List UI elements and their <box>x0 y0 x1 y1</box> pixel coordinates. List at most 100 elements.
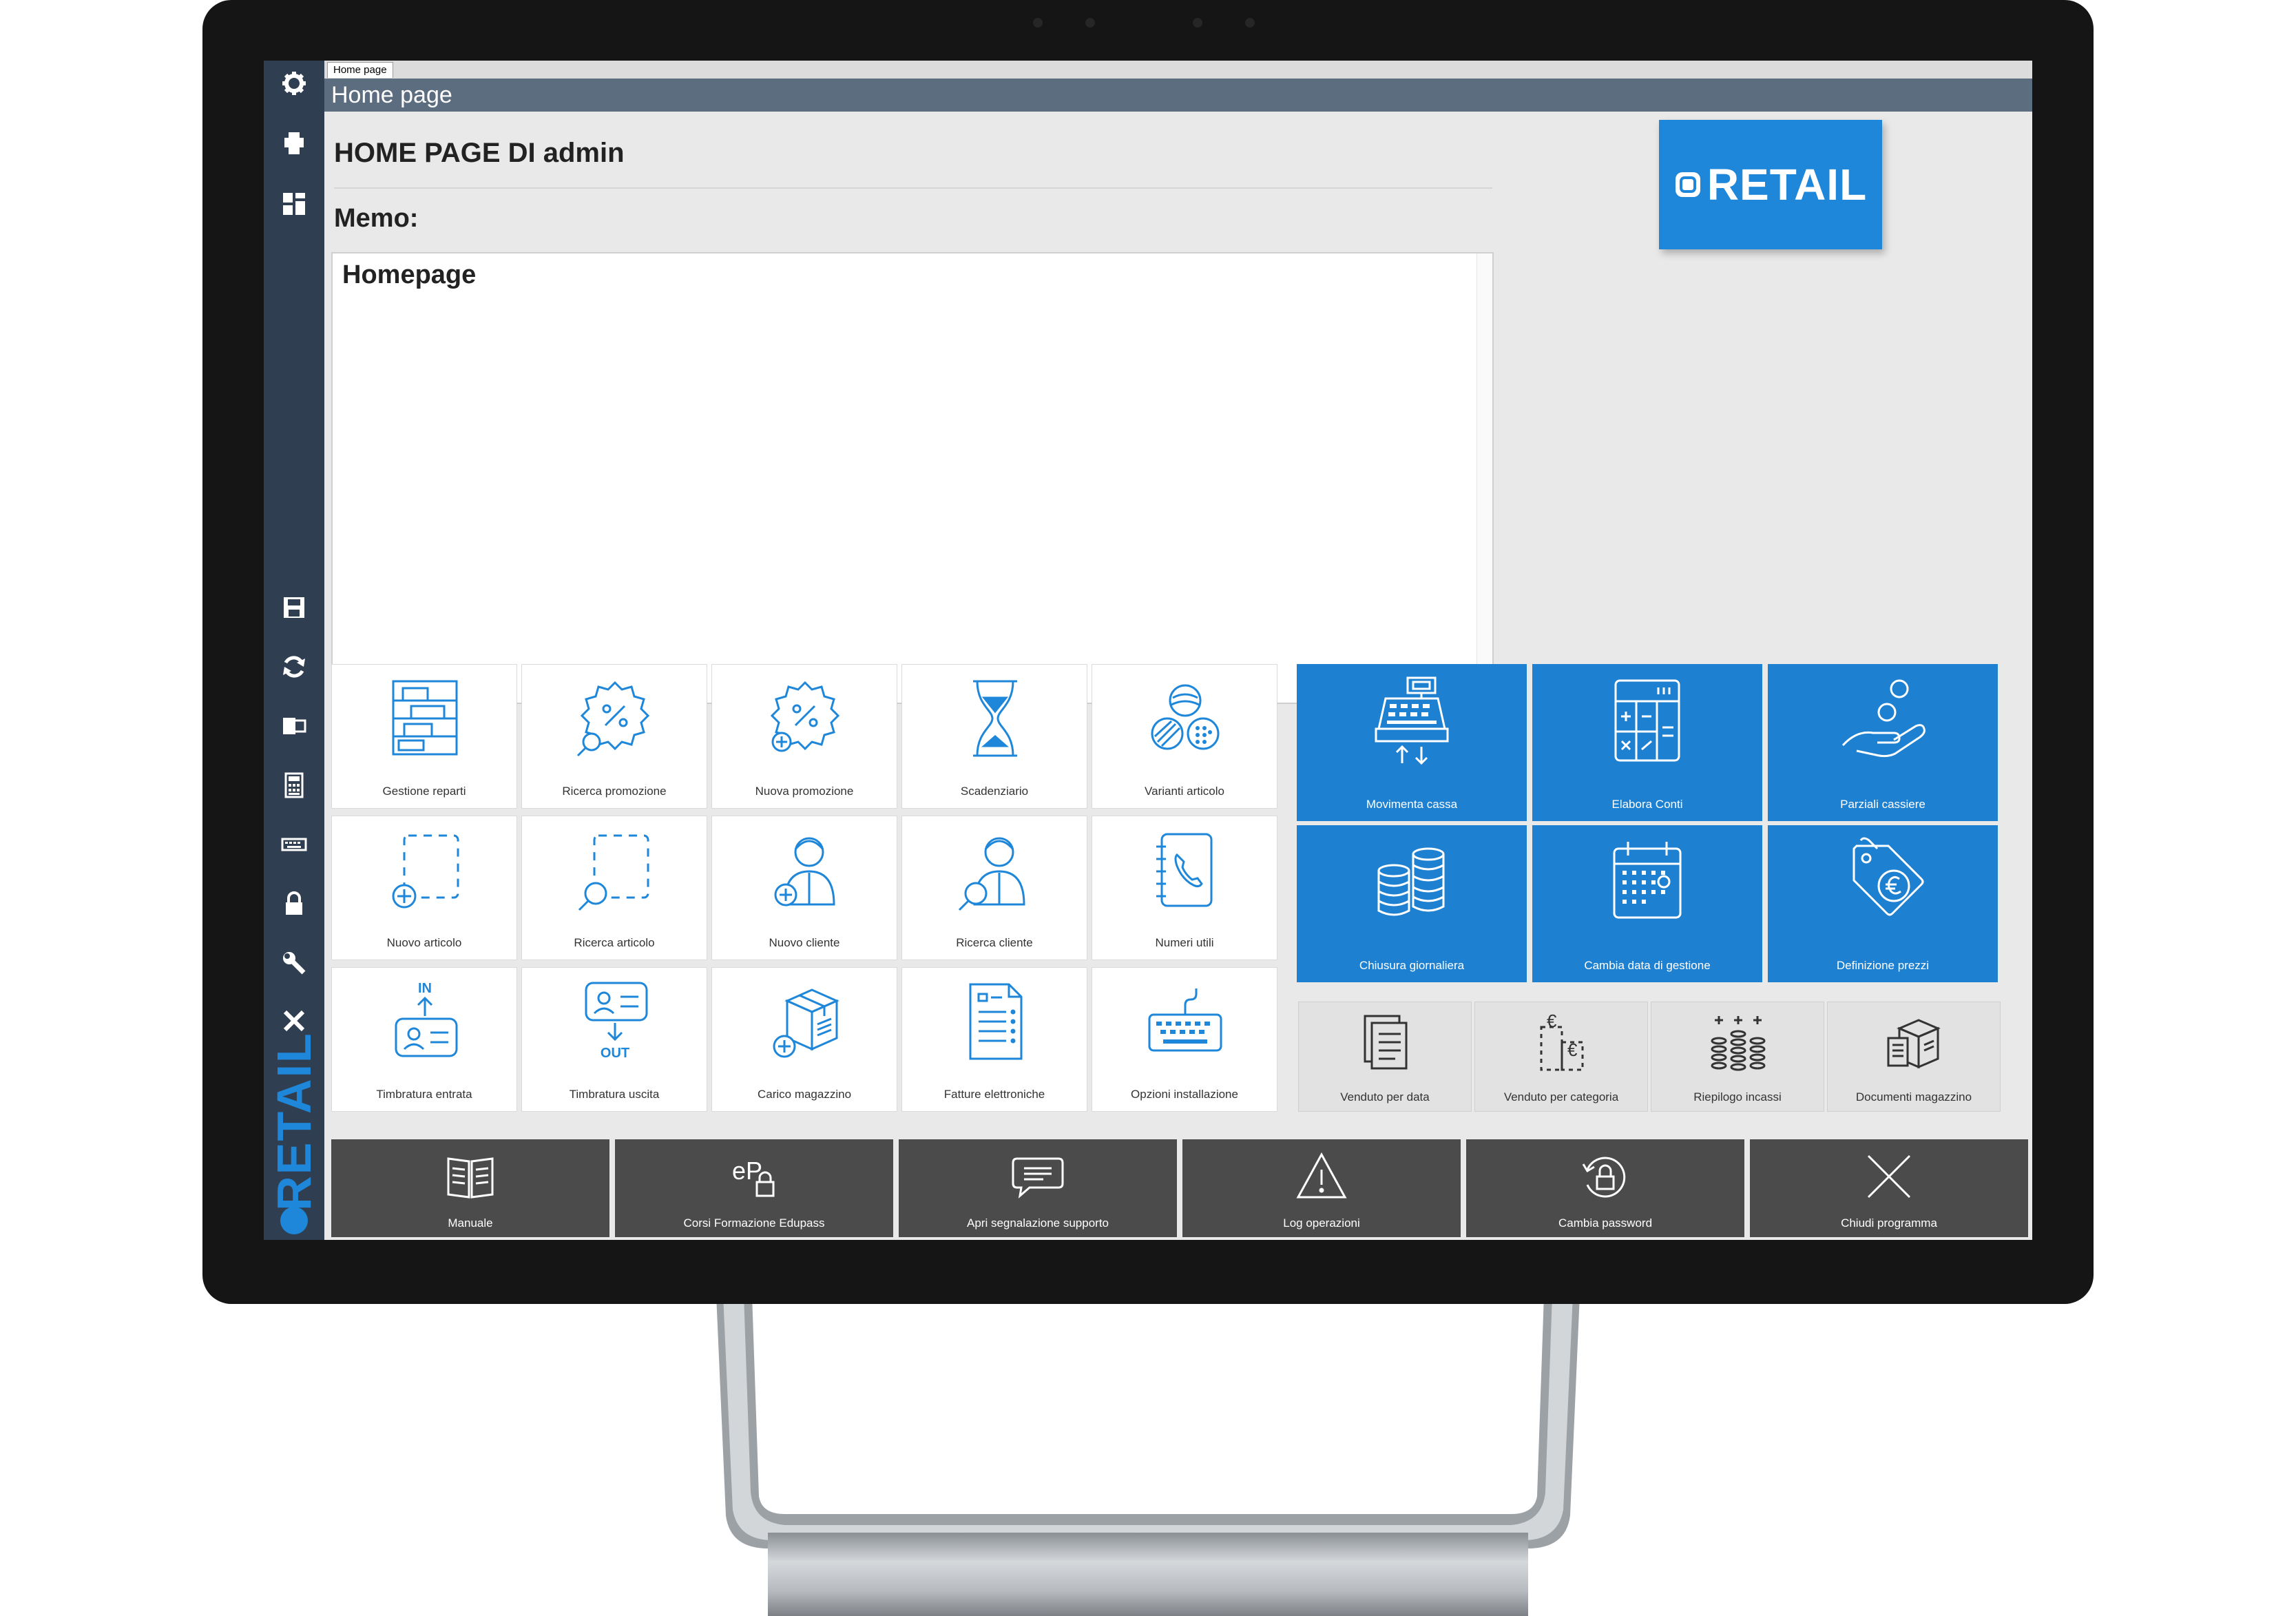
home-greeting: HOME PAGE DI admin <box>334 138 625 168</box>
tile-movimenta-cassa[interactable]: Movimenta cassa <box>1297 664 1527 821</box>
tile-timbratura-uscita[interactable]: OUT Timbratura uscita <box>521 967 707 1112</box>
tile-documenti-magazzino[interactable]: Documenti magazzino <box>1827 1002 2001 1112</box>
lock-icon[interactable] <box>275 884 313 923</box>
coins-stack-icon <box>1711 1016 1766 1071</box>
monitor-stand-base <box>768 1533 1528 1616</box>
brand-mark-icon <box>1675 172 1700 197</box>
tab-bar: Home page <box>324 61 2032 79</box>
memo-scrollbar[interactable] <box>1476 253 1492 703</box>
e-invoice-icon <box>969 983 1023 1060</box>
variants-icon <box>1151 684 1220 750</box>
tile-label: Fatture elettroniche <box>943 1088 1045 1101</box>
close-icon <box>1867 1154 1911 1199</box>
manuale-button[interactable]: Manuale <box>331 1139 609 1237</box>
tile-ricerca-cliente[interactable]: Ricerca cliente <box>901 816 1087 960</box>
edupass-icon: eP <box>732 1157 775 1197</box>
printer-icon[interactable] <box>275 124 313 163</box>
tile-label: Nuovo articolo <box>386 936 462 949</box>
article-add-icon <box>392 834 459 909</box>
customer-search-icon <box>958 837 1025 911</box>
wrench-icon[interactable] <box>275 944 313 982</box>
tile-definizione-prezzi[interactable]: Definizione prezzi <box>1768 825 1998 982</box>
memo-text: Homepage <box>342 260 477 289</box>
promo-add-icon <box>770 681 840 752</box>
cash-register-icon <box>1375 676 1449 765</box>
tile-ricerca-promozione[interactable]: Ricerca promozione <box>521 664 707 809</box>
camera-dot <box>1245 18 1255 28</box>
tile-label: Ricerca promozione <box>562 785 667 798</box>
calculator-icon[interactable] <box>275 766 313 805</box>
button-label: Log operazioni <box>1283 1216 1360 1230</box>
tile-fatture-elettroniche[interactable]: Fatture elettroniche <box>901 967 1087 1112</box>
svg-text:OUT: OUT <box>601 1046 629 1061</box>
save-icon[interactable] <box>275 588 313 627</box>
article-search-icon <box>578 834 649 911</box>
tile-label: Venduto per categoria <box>1503 1090 1619 1104</box>
retail-logo: RETAIL <box>1659 120 1882 249</box>
clock-out-icon: OUT <box>585 982 648 1061</box>
button-label: Corsi Formazione Edupass <box>683 1216 825 1230</box>
tile-cambia-data-gestione[interactable]: Cambia data di gestione <box>1532 825 1762 982</box>
log-operazioni-button[interactable]: Log operazioni <box>1182 1139 1461 1237</box>
tile-label: Varianti articolo <box>1145 785 1224 798</box>
chat-icon <box>1012 1157 1064 1199</box>
price-tag-icon <box>1853 837 1924 916</box>
tile-label: Nuovo cliente <box>769 936 840 949</box>
cambia-password-button[interactable]: Cambia password <box>1466 1139 1744 1237</box>
tile-opzioni-installazione[interactable]: Opzioni installazione <box>1092 967 1277 1112</box>
tile-varianti-articolo[interactable]: Varianti articolo <box>1092 664 1277 809</box>
sidebar-rail: RETAIL <box>264 61 324 1240</box>
tile-label: Elabora Conti <box>1611 798 1683 811</box>
chiudi-programma-button[interactable]: Chiudi programma <box>1750 1139 2028 1237</box>
dashboard-icon[interactable] <box>275 185 313 223</box>
brand-mark-icon <box>280 1207 308 1234</box>
button-label: Cambia password <box>1558 1216 1653 1230</box>
export-icon[interactable] <box>275 707 313 745</box>
hand-coin-icon <box>1841 679 1925 758</box>
tile-nuovo-cliente[interactable]: Nuovo cliente <box>711 816 897 960</box>
tile-label: Timbratura entrata <box>376 1088 472 1101</box>
keyboard-icon[interactable] <box>275 825 313 864</box>
tile-label: Definizione prezzi <box>1836 959 1930 972</box>
tile-chiusura-giornaliera[interactable]: Chiusura giornaliera <box>1297 825 1527 982</box>
tile-carico-magazzino[interactable]: Carico magazzino <box>711 967 897 1112</box>
promo-search-icon <box>576 681 650 757</box>
tile-venduto-per-categoria[interactable]: € € Venduto per categoria <box>1474 1002 1648 1112</box>
tile-nuovo-articolo[interactable]: Nuovo articolo <box>331 816 517 960</box>
camera-dot <box>1085 18 1095 28</box>
tile-numeri-utili[interactable]: Numeri utili <box>1092 816 1277 960</box>
lock-rotate-icon <box>1582 1157 1626 1198</box>
tile-label: Chiusura giornaliera <box>1359 959 1465 972</box>
tile-label: Opzioni installazione <box>1131 1088 1238 1101</box>
tile-riepilogo-incassi[interactable]: Riepilogo incassi <box>1651 1002 1824 1112</box>
tile-nuova-promozione[interactable]: Nuova promozione <box>711 664 897 809</box>
divider <box>334 187 1492 189</box>
tile-elabora-conti[interactable]: Elabora Conti <box>1532 664 1762 821</box>
gear-icon[interactable] <box>275 64 313 103</box>
camera-dot <box>1033 18 1043 28</box>
tile-scadenziario[interactable]: Scadenziario <box>901 664 1087 809</box>
button-label: Chiudi programma <box>1841 1216 1937 1230</box>
warehouse-load-icon <box>773 988 839 1058</box>
tile-venduto-per-data[interactable]: Venduto per data <box>1298 1002 1472 1112</box>
tab-home-page[interactable]: Home page <box>327 62 393 78</box>
clock-in-icon: IN <box>395 981 458 1057</box>
tile-gestione-reparti[interactable]: Gestione reparti <box>331 664 517 809</box>
warning-icon <box>1296 1152 1347 1199</box>
tile-parziali-cassiere[interactable]: Parziali cassiere <box>1768 664 1998 821</box>
keyboard-icon <box>1148 988 1222 1052</box>
tile-label: Carico magazzino <box>757 1088 852 1101</box>
segnalazione-supporto-button[interactable]: Apri segnalazione supporto <box>899 1139 1177 1237</box>
phonebook-icon <box>1156 833 1213 907</box>
corsi-edupass-button[interactable]: eP Corsi Formazione Edupass <box>615 1139 893 1237</box>
monitor-stand <box>716 1295 1580 1548</box>
calculator-icon <box>1614 679 1680 762</box>
tile-label: Numeri utili <box>1155 936 1214 949</box>
memo-textarea[interactable]: Homepage <box>331 252 1494 704</box>
tile-timbratura-entrata[interactable]: IN Timbratura entrata <box>331 967 517 1112</box>
tile-ricerca-articolo[interactable]: Ricerca articolo <box>521 816 707 960</box>
refresh-icon[interactable] <box>275 648 313 686</box>
camera-dot <box>1193 18 1202 28</box>
calendar-icon <box>1613 842 1682 919</box>
rail-brand-logo: RETAIL <box>267 1032 322 1211</box>
